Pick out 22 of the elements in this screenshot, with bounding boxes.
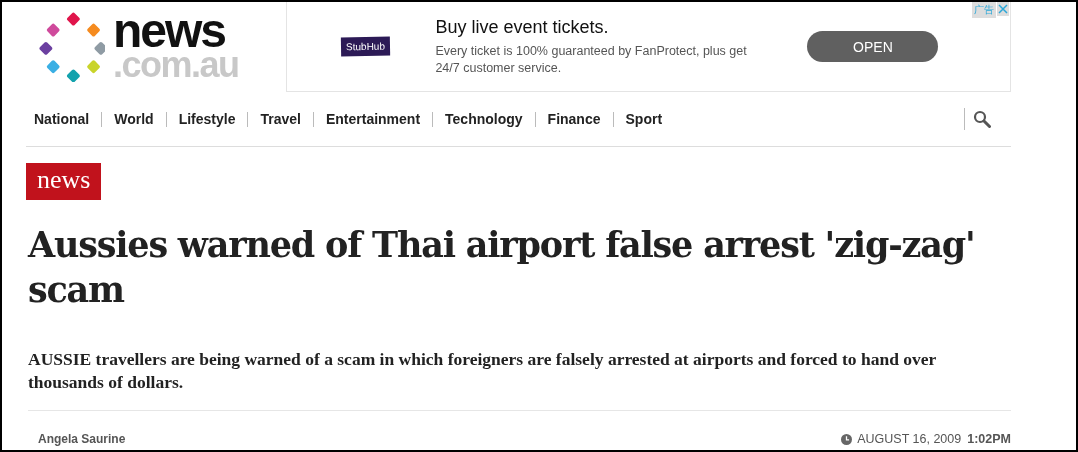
logo-wordmark: news [113,13,227,49]
nav-link[interactable]: Entertainment [325,111,421,127]
publish-date: AUGUST 16, 2009 [857,432,962,446]
nav-link[interactable]: Technology [445,111,523,127]
ad-description: Every ticket is 100% guaranteed by FanProtect, plus get 24/7 customer service. [435,42,748,77]
ad-title: Buy live event tickets. [435,16,610,38]
nav-link[interactable]: National [34,111,90,127]
search-icon[interactable] [973,110,991,128]
publish-time: 1:02PM [967,432,1011,446]
article-headline: Aussies warned of Thai airport false arrest 'zig-zag' scam [28,223,976,312]
open-button[interactable]: OPEN [807,31,939,62]
clock-icon [841,433,853,445]
nav-link[interactable]: Finance [547,111,601,127]
brand-logo: StubHub [340,36,390,57]
nav-link[interactable]: Sport [625,111,663,127]
nav-link[interactable]: Lifestyle [178,111,236,127]
nav-link[interactable]: Travel [260,111,301,127]
article-standfirst: AUSSIE travellers are being warned of a scam in which foreigners are falsely arrested at airports and forced to hand over thousands of dollars. [28,348,1011,411]
section-label[interactable]: news [26,163,102,200]
author-name: Angela Saurine [38,432,126,446]
nav-link[interactable]: World [114,111,154,127]
logo-dots-icon [39,12,105,82]
